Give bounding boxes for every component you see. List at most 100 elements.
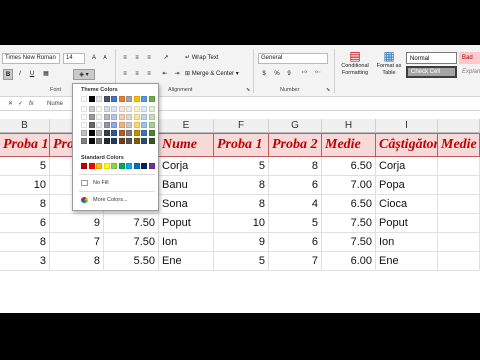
column-header[interactable]: G [269,119,322,133]
fill-color-icon[interactable]: ◈ ▾ [73,69,95,80]
align-middle-icon[interactable]: ≡ [132,53,142,64]
table-cell[interactable]: Cioca [376,195,438,214]
color-swatch[interactable] [111,122,117,128]
color-swatch[interactable] [141,130,147,136]
color-swatch[interactable] [118,122,125,128]
orientation-icon[interactable]: ↗ [160,53,172,64]
enter-icon[interactable]: ✓ [18,97,23,111]
table-cell[interactable]: Popa [376,176,438,195]
color-swatch[interactable] [148,106,155,112]
color-swatch[interactable] [103,163,110,169]
color-swatch[interactable] [111,96,117,102]
color-swatch[interactable] [103,130,110,136]
style-bad[interactable]: Bad [459,52,480,64]
currency-icon[interactable]: $ [258,69,270,80]
color-swatch[interactable] [126,130,132,136]
color-swatch[interactable] [96,138,102,144]
format-as-table-button[interactable]: ▦ Format as Table [374,49,404,85]
align-left-icon[interactable]: ≡ [120,69,130,80]
color-swatch[interactable] [81,106,87,112]
color-swatch[interactable] [148,114,155,120]
table-cell[interactable]: 8 [269,157,322,176]
color-swatch[interactable] [141,163,147,169]
color-swatch[interactable] [88,163,95,169]
header-cell[interactable]: Nume [159,133,214,157]
column-header[interactable]: E [159,119,214,133]
table-cell[interactable]: Poput [376,214,438,233]
table-cell[interactable]: 6 [269,233,322,252]
table-cell[interactable]: 10 [214,214,269,233]
color-swatch[interactable] [141,106,147,112]
increase-font-icon[interactable]: A [89,53,99,64]
table-cell[interactable] [438,195,480,214]
italic-button[interactable]: I [15,69,25,80]
merge-center-button[interactable]: ⊞ Merge & Center ▾ [185,69,247,80]
table-cell[interactable]: 6.50 [322,195,376,214]
table-cell[interactable]: Ene [376,252,438,271]
underline-button[interactable]: U [27,69,37,80]
table-cell[interactable]: 6 [269,176,322,195]
table-cell[interactable] [438,233,480,252]
header-cell[interactable]: Medie [438,133,480,157]
align-bottom-icon[interactable]: ≡ [144,53,154,64]
wrap-text-button[interactable]: ↵ Wrap Text [185,53,229,64]
color-swatch[interactable] [88,138,95,144]
color-swatch[interactable] [133,163,140,169]
color-swatch[interactable] [111,163,117,169]
color-swatch[interactable] [96,106,102,112]
color-swatch[interactable] [118,106,125,112]
color-swatch[interactable] [96,114,102,120]
table-cell[interactable]: 7 [269,252,322,271]
color-swatch[interactable] [96,130,102,136]
table-cell[interactable]: 5 [0,157,50,176]
table-cell[interactable]: 10 [0,176,50,195]
color-swatch[interactable] [118,96,125,102]
table-cell[interactable]: 9 [50,214,104,233]
color-swatch[interactable] [88,96,95,102]
fx-label[interactable]: fx [29,97,34,111]
style-normal[interactable]: Normal [406,52,457,64]
color-swatch[interactable] [141,96,147,102]
color-swatch[interactable] [103,96,110,102]
decrease-indent-icon[interactable]: ⇤ [160,69,170,80]
table-cell[interactable]: 6 [0,214,50,233]
color-swatch[interactable] [111,114,117,120]
percent-button[interactable]: % [272,69,282,80]
number-dialog-launcher-icon[interactable]: ⬊ [326,87,330,93]
table-cell[interactable]: 5 [269,214,322,233]
alignment-dialog-launcher-icon[interactable]: ⬊ [246,87,250,93]
color-swatch[interactable] [126,122,132,128]
font-name-select[interactable]: Times New Roman [2,53,60,64]
color-swatch[interactable] [148,130,155,136]
table-cell[interactable] [438,214,480,233]
table-cell[interactable]: 3 [0,252,50,271]
color-swatch[interactable] [111,130,117,136]
conditional-formatting-button[interactable]: ▤ Conditional Formatting [337,49,373,85]
color-swatch[interactable] [141,122,147,128]
align-right-icon[interactable]: ≡ [144,69,154,80]
borders-icon[interactable]: ▦ [40,69,52,80]
table-cell[interactable] [438,176,480,195]
color-swatch[interactable] [81,96,87,102]
table-cell[interactable]: Sona [159,195,214,214]
column-header[interactable]: B [0,119,50,133]
table-cell[interactable]: 4 [269,195,322,214]
table-cell[interactable]: 5.50 [104,252,159,271]
table-cell[interactable]: 7.50 [104,214,159,233]
color-swatch[interactable] [133,106,140,112]
column-header[interactable]: F [214,119,269,133]
color-swatch[interactable] [133,114,140,120]
table-cell[interactable]: Ion [159,233,214,252]
color-swatch[interactable] [126,163,132,169]
color-swatch[interactable] [133,138,140,144]
color-swatch[interactable] [148,122,155,128]
color-swatch[interactable] [148,96,155,102]
table-cell[interactable] [438,157,480,176]
cancel-icon[interactable]: ✕ [8,97,13,111]
color-swatch[interactable] [118,138,125,144]
column-header[interactable]: H [322,119,376,133]
color-swatch[interactable] [111,138,117,144]
color-swatch[interactable] [126,114,132,120]
color-swatch[interactable] [126,96,132,102]
table-cell[interactable]: Poput [159,214,214,233]
